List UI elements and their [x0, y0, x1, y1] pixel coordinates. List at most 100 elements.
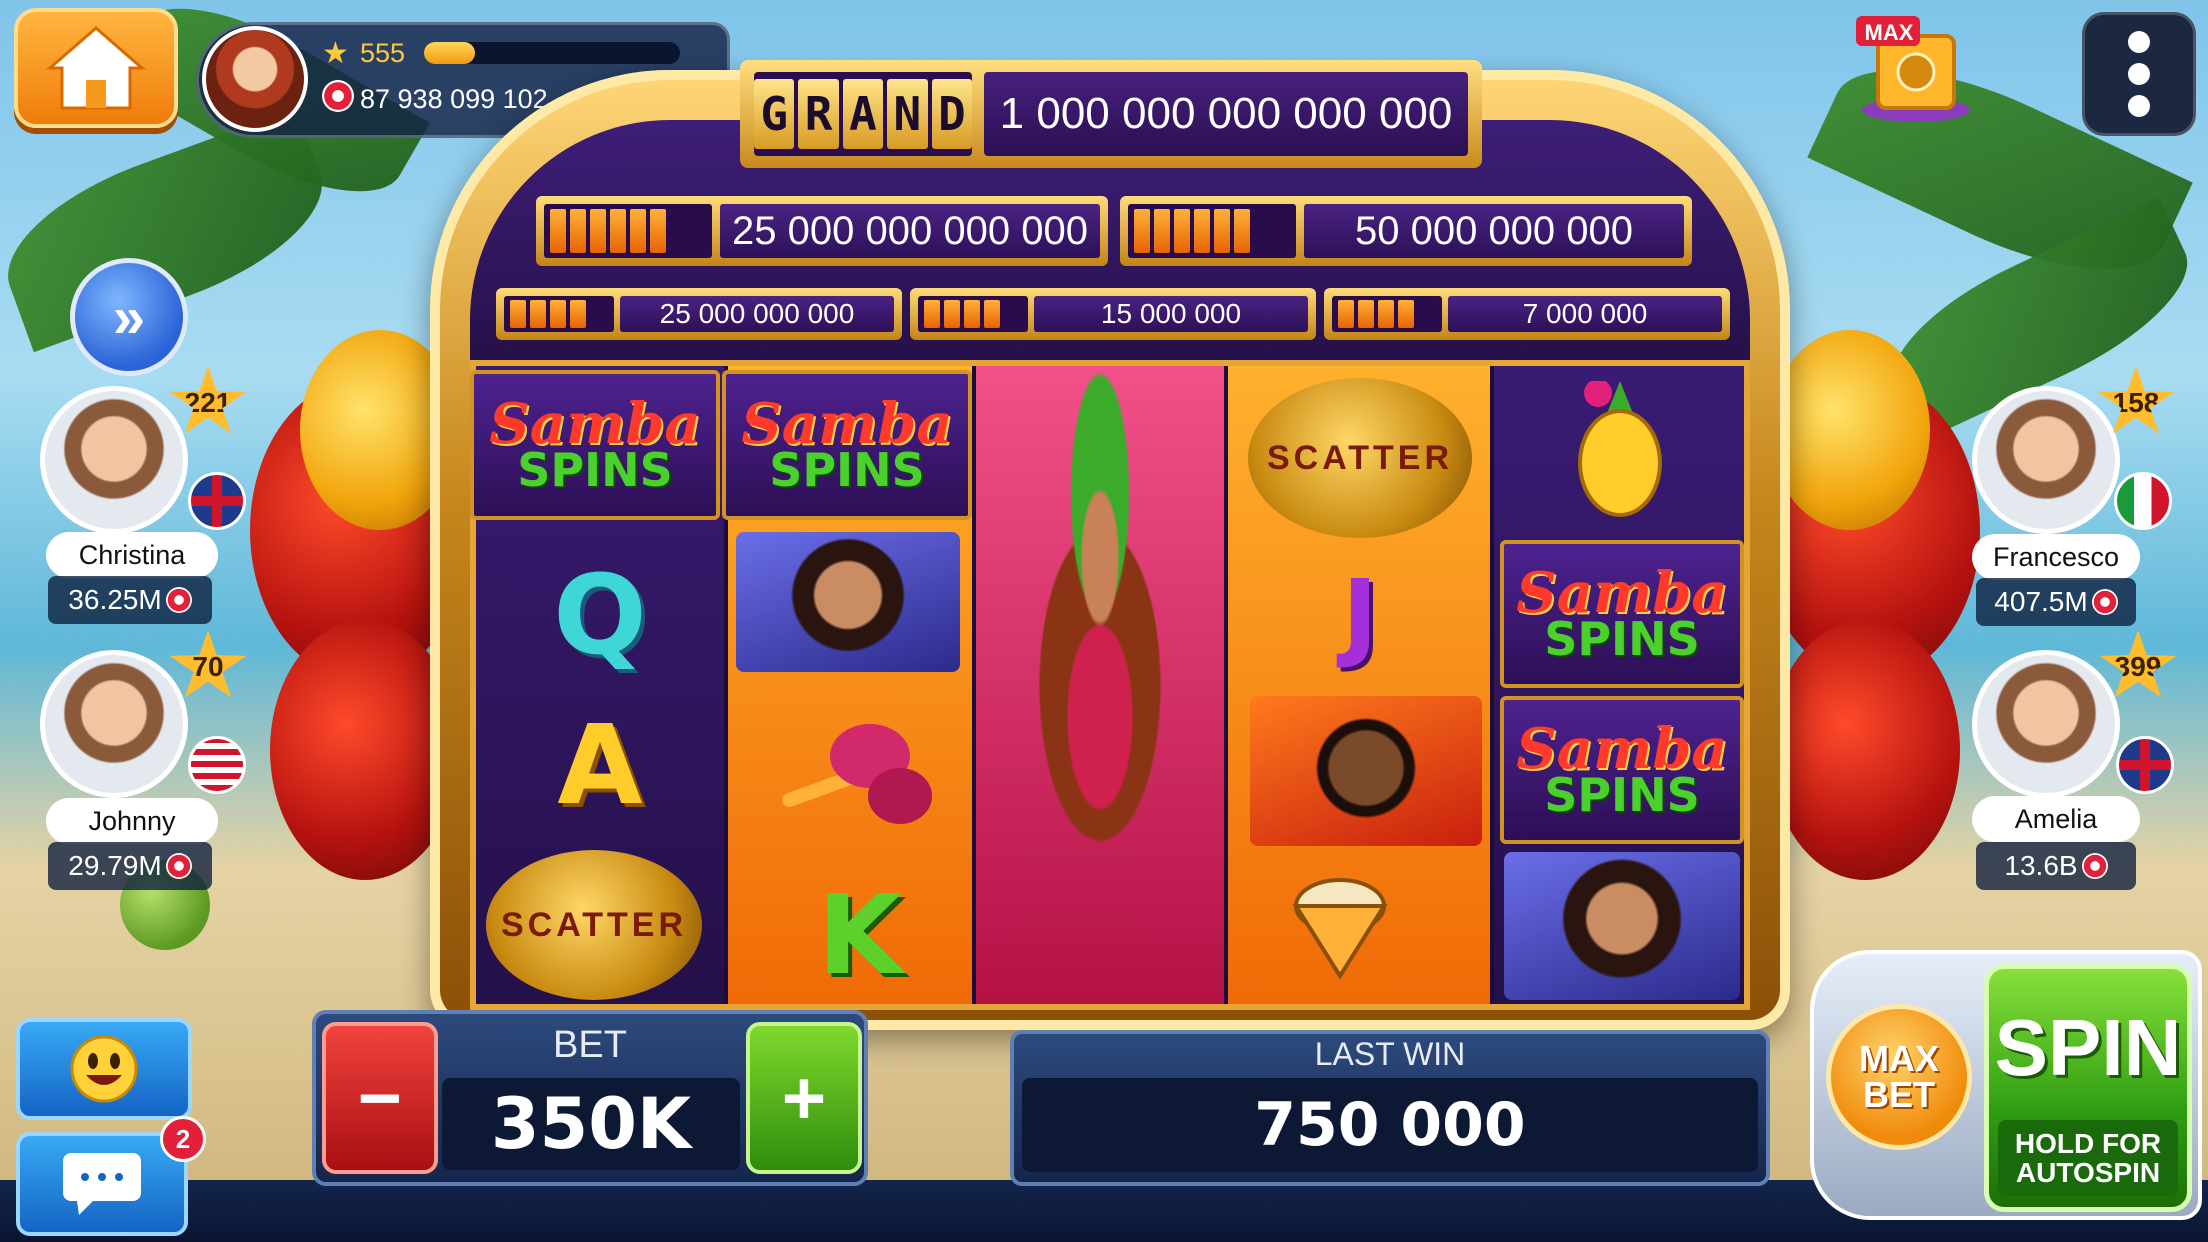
- player-money: 13.6B: [1976, 842, 2136, 890]
- jackpot-major-left: 25 000 000 000 000: [536, 196, 1108, 266]
- maracas-icon: [782, 724, 932, 824]
- chip-icon: [322, 80, 354, 112]
- decrease-bet-button[interactable]: −: [322, 1022, 438, 1174]
- player-avatar-christina[interactable]: [40, 386, 188, 534]
- scatter-symbol: SCATTER: [486, 850, 702, 1000]
- max-bet-label-line2: BET: [1863, 1074, 1935, 1115]
- jackpot-tick: [1234, 209, 1250, 253]
- grand-jackpot-label: G R A N D: [753, 72, 973, 156]
- samba-spins-symbol: Samba SPINS: [1500, 696, 1744, 844]
- player-avatar-amelia[interactable]: [1972, 650, 2120, 798]
- bet-value: 350K: [442, 1078, 740, 1170]
- player-money: 36.25M: [48, 576, 212, 624]
- jackpot-tick: [944, 299, 960, 329]
- jackpot-major-right: 50 000 000 000: [1120, 196, 1692, 266]
- chat-icon: [63, 1153, 141, 1215]
- grand-jackpot: G R A N D 1 000 000 000 000 000: [740, 60, 1482, 168]
- emoji-button[interactable]: [16, 1018, 192, 1120]
- player-money-value: 13.6B: [2004, 850, 2078, 881]
- pineapple-drink-symbol: [1520, 376, 1720, 526]
- samba-word: Samba: [1516, 560, 1728, 627]
- q-symbol: Q: [553, 551, 647, 679]
- player-level: 555: [360, 38, 406, 68]
- jackpot-tick: [570, 299, 586, 329]
- jackpot-tick: [1398, 299, 1414, 329]
- player-avatar-johnny[interactable]: [40, 650, 188, 798]
- jackpot-tick: [550, 209, 566, 253]
- chip-icon: [165, 587, 192, 613]
- samba-word: Samba: [741, 391, 953, 458]
- jackpot-major-left-value: 25 000 000 000 000: [720, 204, 1100, 258]
- jackpot-tick: [1378, 299, 1394, 329]
- samba-spins-symbol: Samba SPINS: [1500, 540, 1744, 688]
- spins-word: SPINS: [769, 442, 925, 497]
- jackpot-minor-2: 15 000 000: [910, 288, 1316, 340]
- flag-uk-icon: [2116, 736, 2174, 794]
- grand-letter: D: [931, 79, 973, 149]
- grand-letter: G: [753, 79, 795, 149]
- jackpot-indicator: [1332, 296, 1442, 332]
- samba-spins-symbol: Samba SPINS: [470, 370, 720, 520]
- menu-dot: [2128, 95, 2150, 117]
- drum-icon: [1292, 878, 1388, 980]
- jackpot-tick: [530, 299, 546, 329]
- chip-icon: [165, 853, 192, 879]
- samba-word: Samba: [489, 391, 701, 458]
- jackpot-tick: [610, 209, 626, 253]
- jackpot-minor-1-value: 25 000 000 000: [620, 296, 894, 332]
- jackpot-tick: [550, 299, 566, 329]
- increase-bet-button[interactable]: +: [746, 1022, 862, 1174]
- k-symbol: K: [817, 871, 903, 999]
- maracas-symbol: [740, 690, 960, 850]
- grand-letter: N: [887, 79, 928, 149]
- xp-progress-fill: [424, 42, 476, 64]
- drum-symbol: [1260, 856, 1460, 996]
- skip-forward-icon[interactable]: »: [70, 258, 188, 376]
- spin-label: SPIN: [1994, 1003, 2182, 1092]
- j-symbol: J: [1342, 559, 1378, 671]
- spins-word: SPINS: [1544, 611, 1700, 666]
- jackpot-indicator: [504, 296, 614, 332]
- jackpot-tick: [1174, 209, 1190, 253]
- jackpot-tick: [1214, 209, 1230, 253]
- home-button[interactable]: [14, 8, 178, 128]
- jackpot-tick: [1134, 209, 1150, 253]
- player-money: 407.5M: [1976, 578, 2136, 626]
- chip-icon: [2081, 853, 2108, 879]
- grand-letter: A: [842, 79, 884, 149]
- player-chips-balance: 87 938 099 102: [360, 84, 548, 114]
- jackpot-tick: [650, 209, 666, 253]
- autospin-line1: HOLD FOR: [2014, 1127, 2162, 1159]
- jackpot-tick: [1338, 299, 1354, 329]
- star-icon: ★: [322, 37, 349, 70]
- player-avatar[interactable]: [202, 26, 308, 132]
- spins-word: SPINS: [1544, 767, 1700, 822]
- max-bet-button[interactable]: MAX BET: [1826, 1004, 1972, 1150]
- jackpot-indicator: [544, 204, 712, 258]
- menu-dots-icon[interactable]: [2082, 12, 2196, 136]
- jackpot-tick: [1358, 299, 1374, 329]
- jackpot-tick: [1194, 209, 1210, 253]
- player-name: Christina: [46, 532, 218, 578]
- jackpot-tick: [964, 299, 980, 329]
- samba-woman-symbol: [736, 532, 960, 672]
- player-money: 29.79M: [48, 842, 212, 890]
- jackpot-tick: [630, 209, 646, 253]
- home-icon: [46, 26, 146, 110]
- menu-dot: [2128, 63, 2150, 85]
- spins-word: SPINS: [517, 442, 673, 497]
- autospin-line2: AUTOSPIN: [2015, 1157, 2161, 1188]
- emoji-icon: [70, 1035, 138, 1103]
- jackpot-tick: [924, 299, 940, 329]
- player-avatar-francesco[interactable]: [1972, 386, 2120, 534]
- xp-progress-bar: [424, 42, 680, 64]
- player-name: Francesco: [1972, 534, 2140, 580]
- jackpot-minor-2-value: 15 000 000: [1034, 296, 1308, 332]
- max-vault-button[interactable]: MAX: [1856, 14, 1976, 124]
- autospin-hint: HOLD FOR AUTOSPIN: [1998, 1120, 2178, 1196]
- player-name: Johnny: [46, 798, 218, 844]
- jackpot-tick: [590, 209, 606, 253]
- jackpot-tick: [570, 209, 586, 253]
- last-win-value: 750 000: [1022, 1078, 1758, 1172]
- flag-it-icon: [2114, 472, 2172, 530]
